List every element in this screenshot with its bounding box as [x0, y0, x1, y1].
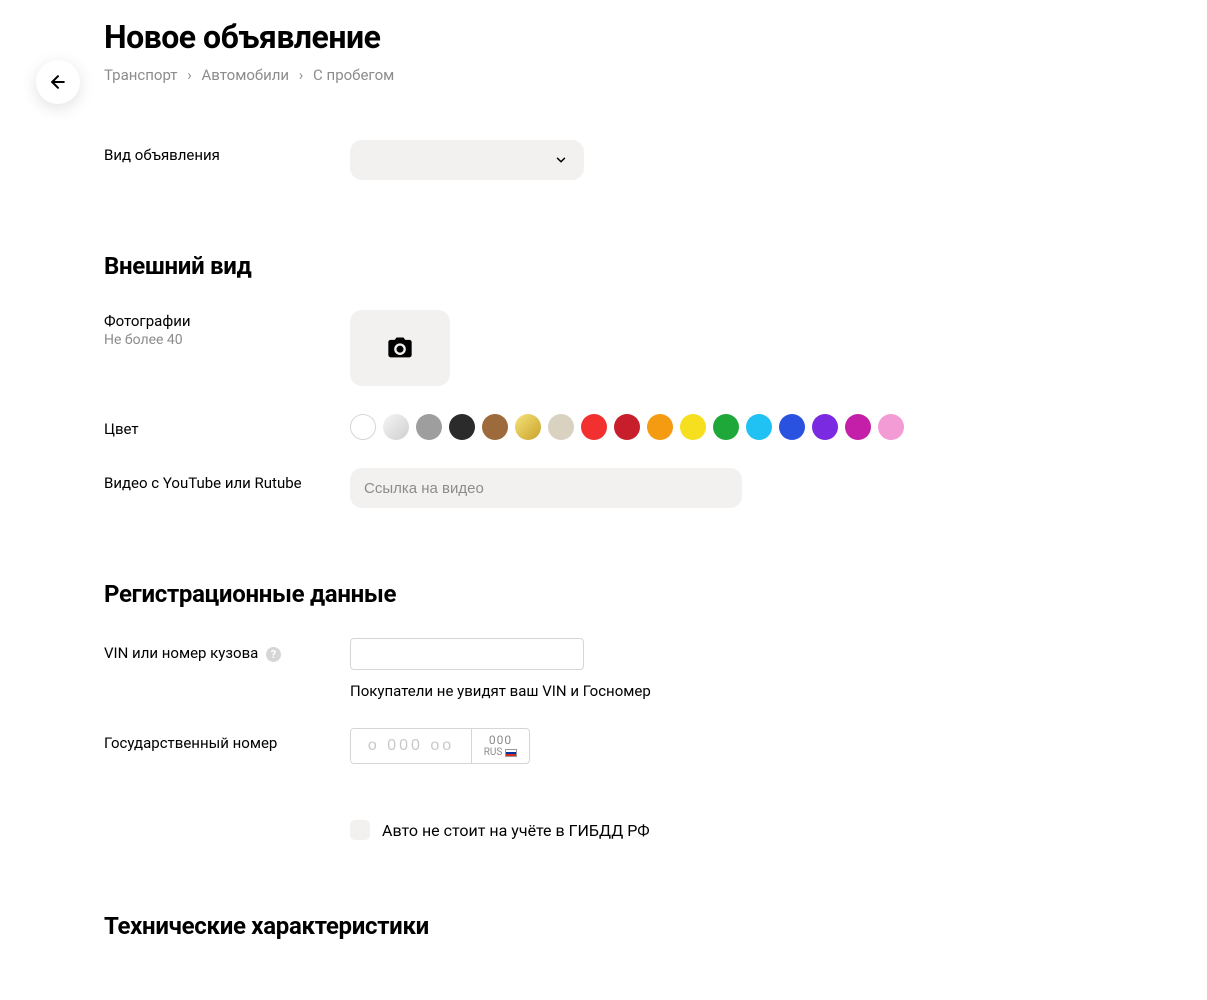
region-placeholder: 000	[489, 734, 512, 747]
color-swatch-gray[interactable]	[416, 414, 442, 440]
vin-hint: Покупатели не увидят ваш VIN и Госномер	[350, 682, 1104, 700]
not-registered-label: Авто не стоит на учёте в ГИБДД РФ	[382, 821, 650, 840]
arrow-left-icon	[48, 72, 68, 92]
photo-upload-button[interactable]	[350, 310, 450, 386]
page-title: Новое объявление	[104, 18, 1104, 56]
color-swatch-gold[interactable]	[515, 414, 541, 440]
not-registered-checkbox[interactable]	[350, 820, 370, 840]
breadcrumb: Транспорт › Автомобили › С пробегом	[104, 66, 1104, 84]
color-swatch-yellow[interactable]	[680, 414, 706, 440]
color-swatch-white[interactable]	[350, 414, 376, 440]
color-swatch-darkred[interactable]	[614, 414, 640, 440]
vin-label: VIN или номер кузова	[104, 644, 258, 662]
color-swatch-silver[interactable]	[383, 414, 409, 440]
ad-type-label: Вид объявления	[104, 140, 350, 164]
breadcrumb-item[interactable]: С пробегом	[313, 66, 394, 84]
section-appearance-title: Внешний вид	[104, 252, 1104, 280]
photos-hint: Не более 40	[104, 332, 350, 348]
color-label: Цвет	[104, 414, 350, 438]
color-swatch-orange[interactable]	[647, 414, 673, 440]
color-swatch-brown[interactable]	[482, 414, 508, 440]
video-url-input[interactable]	[350, 468, 742, 508]
license-plate-input[interactable]	[351, 729, 471, 763]
gosnomer-label: Государственный номер	[104, 728, 350, 752]
breadcrumb-item[interactable]: Транспорт	[104, 66, 178, 84]
chevron-right-icon: ›	[299, 66, 304, 84]
color-swatch-row	[350, 414, 1104, 440]
section-registration-title: Регистрационные данные	[104, 580, 1104, 608]
color-swatch-magenta[interactable]	[845, 414, 871, 440]
photos-label: Фотографии	[104, 312, 350, 330]
license-plate-region[interactable]: 000 RUS	[471, 729, 529, 763]
video-label: Видео с YouTube или Rutube	[104, 468, 350, 492]
rus-label: RUS	[484, 747, 503, 758]
camera-icon	[386, 334, 414, 362]
color-swatch-black[interactable]	[449, 414, 475, 440]
back-button[interactable]	[36, 60, 80, 104]
vin-input[interactable]	[350, 638, 584, 670]
section-tech-title: Технические характеристики	[104, 912, 1104, 940]
ad-type-select[interactable]	[350, 140, 584, 180]
color-swatch-cyan[interactable]	[746, 414, 772, 440]
color-swatch-green[interactable]	[713, 414, 739, 440]
color-swatch-violet[interactable]	[812, 414, 838, 440]
chevron-down-icon	[554, 153, 568, 167]
breadcrumb-item[interactable]: Автомобили	[201, 66, 289, 84]
chevron-right-icon: ›	[187, 66, 192, 84]
color-swatch-beige[interactable]	[548, 414, 574, 440]
color-swatch-red[interactable]	[581, 414, 607, 440]
color-swatch-pink[interactable]	[878, 414, 904, 440]
color-swatch-blue[interactable]	[779, 414, 805, 440]
help-icon[interactable]: ?	[266, 647, 281, 662]
russia-flag-icon	[505, 749, 517, 757]
license-plate-input-group: 000 RUS	[350, 728, 530, 764]
